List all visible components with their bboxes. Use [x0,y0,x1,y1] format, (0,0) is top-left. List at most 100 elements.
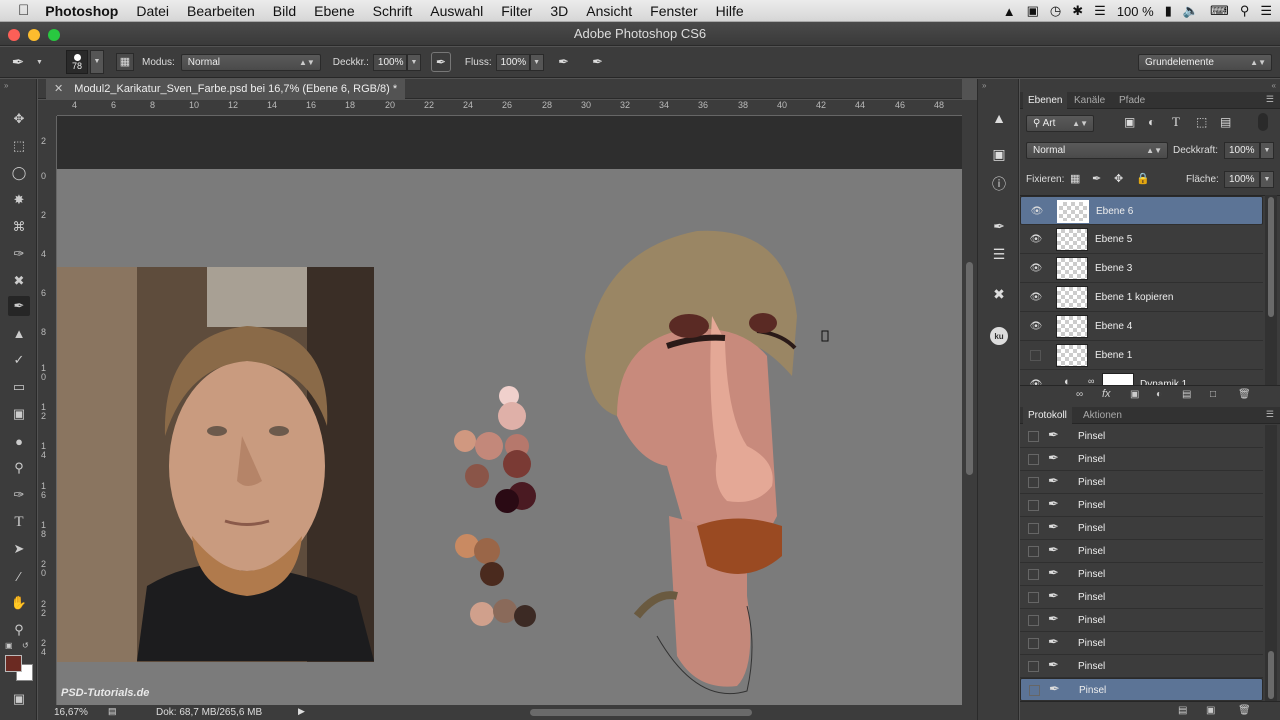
brush-panel-toggle-icon[interactable]: ▦ [116,53,134,71]
history-snapshot-box[interactable] [1028,615,1039,626]
history-item[interactable]: ✒ Pinsel [1020,678,1263,701]
mode-select[interactable]: Normal ▲▼ [180,53,321,71]
pressure-size-icon[interactable]: ✒ [588,54,608,70]
history-item[interactable]: ✒ Pinsel [1020,471,1263,494]
trash-icon[interactable]: 🗑 [1238,389,1251,400]
tool-presets-panel-icon[interactable]: ✖ [988,283,1010,305]
layer-row[interactable]: 👁 ◐ ∞ Dynamik 1 [1020,370,1263,385]
filter-pixel-icon[interactable]: ▣ [1124,115,1135,129]
history-item[interactable]: ✒ Pinsel [1020,609,1263,632]
flow-slider-button[interactable]: ▼ [529,53,544,71]
zoom-window-button[interactable] [48,29,60,41]
history-item[interactable]: ✒ Pinsel [1020,586,1263,609]
document-tab[interactable]: ✕ Modul2_Karikatur_Sven_Farbe.psd bei 16… [46,79,406,99]
new-adjustment-icon[interactable]: ◐ [1156,389,1162,400]
info-panel-icon[interactable]: ⓘ [988,173,1010,195]
histogram-panel-icon[interactable]: ▲ [988,107,1010,129]
eye-icon[interactable]: 👁 [1028,319,1044,334]
history-item[interactable]: ✒ Pinsel [1020,655,1263,678]
layer-row[interactable]: 👁 Ebene 3 [1020,254,1263,283]
filter-toggle[interactable] [1258,113,1268,131]
vertical-scrollbar[interactable] [962,100,977,705]
zoom-level[interactable]: 16,67% [54,707,88,718]
kuler-panel-icon[interactable]: ku [988,325,1010,347]
horizontal-scroll-thumb[interactable] [530,709,752,716]
pen-tool-icon[interactable]: ✑ [8,485,30,505]
menu-auswahl[interactable]: Auswahl [421,3,492,19]
history-snapshot-box[interactable] [1028,500,1039,511]
add-mask-icon[interactable]: ▣ [1130,389,1139,400]
history-snapshot-box[interactable] [1028,592,1039,603]
quick-mask-icon[interactable]: ▣ [8,689,30,709]
keyboard-icon[interactable]: ⌨ [1210,3,1229,19]
history-snapshot-box[interactable] [1028,454,1039,465]
flow-input[interactable]: 100% [495,53,530,71]
layer-row[interactable]: Ebene 1 [1020,341,1263,370]
layer-row[interactable]: 👁 Ebene 6 [1020,196,1263,225]
spotlight-search-icon[interactable]: ⚲ [1240,3,1250,19]
brush-presets-panel-icon[interactable]: ✒ [988,215,1010,237]
eye-icon[interactable]: 👁 [1028,377,1044,385]
history-item[interactable]: ✒ Pinsel [1020,494,1263,517]
menu-datei[interactable]: Datei [127,3,178,19]
move-tool-icon[interactable]: ✥ [8,109,30,129]
time-machine-icon[interactable]: ◷ [1050,3,1061,19]
brush-size-picker[interactable]: 78 [66,50,88,74]
status-menu-arrow-icon[interactable]: ▶ [298,706,305,717]
eye-icon[interactable]: 👁 [1028,261,1044,276]
menu-bild[interactable]: Bild [264,3,305,19]
eye-icon[interactable]: 👁 [1028,290,1044,305]
tab-paths[interactable]: Pfade [1114,92,1150,109]
layer-row[interactable]: 👁 Ebene 1 kopieren [1020,283,1263,312]
tab-layers[interactable]: Ebenen [1023,92,1068,109]
layer-opacity-input[interactable]: 100% [1224,142,1260,159]
new-layer-icon[interactable]: □ [1210,389,1216,400]
chevron-down-icon[interactable]: ▼ [36,59,46,66]
lock-all-icon[interactable]: 🔒 [1136,172,1150,185]
wifi-icon[interactable]: ☰ [1094,3,1106,19]
history-scrollbar[interactable] [1265,425,1277,701]
fill-slider-button[interactable]: ▼ [1260,171,1274,188]
tab-actions[interactable]: Aktionen [1078,407,1127,424]
brush-picker-arrow[interactable]: ▼ [90,50,104,74]
dodge-tool-icon[interactable]: ⚲ [8,458,30,478]
gradient-tool-icon[interactable]: ▣ [8,404,30,424]
opacity-slider-button[interactable]: ▼ [406,53,421,71]
marquee-tool-icon[interactable]: ⬚ [8,136,30,156]
eraser-tool-icon[interactable]: ▭ [8,377,30,397]
close-window-button[interactable] [8,29,20,41]
brush-tool-preset-icon[interactable]: ✒ [0,53,36,71]
history-item[interactable]: ✒ Pinsel [1020,632,1263,655]
filter-shape-icon[interactable]: ⬚ [1196,115,1207,129]
new-group-icon[interactable]: ▤ [1182,389,1191,400]
ruler-origin[interactable] [38,100,57,116]
pressure-opacity-icon[interactable]: ✒ [430,52,451,72]
healing-brush-tool-icon[interactable]: ✖ [8,271,30,291]
fill-input[interactable]: 100% [1224,171,1260,188]
collapse-panels-icon[interactable]: « [1272,81,1276,90]
foreground-color-swatch[interactable] [5,655,22,672]
history-item[interactable]: ✒ Pinsel [1020,517,1263,540]
path-selection-tool-icon[interactable]: ➤ [8,539,30,559]
layer-row[interactable]: 👁 Ebene 5 [1020,225,1263,254]
document-canvas[interactable]: PSD-Tutorials.de [57,116,962,705]
menu-schrift[interactable]: Schrift [364,3,422,19]
swap-colors-icon[interactable]: ↺ [22,641,29,650]
fx-icon[interactable]: fx [1102,388,1111,400]
layers-scrollbar[interactable] [1265,195,1277,385]
lock-pixels-icon[interactable]: ✒ [1092,172,1101,185]
menu-filter[interactable]: Filter [492,3,541,19]
color-panel-icon[interactable]: ▣ [988,143,1010,165]
trash-icon[interactable]: 🗑 [1238,705,1251,716]
hidden-visibility-box[interactable] [1030,350,1041,361]
battery-icon[interactable]: ▮ [1165,3,1172,19]
history-brush-tool-icon[interactable]: ✓ [8,350,30,370]
crop-tool-icon[interactable]: ⌘ [8,217,30,237]
blend-mode-select[interactable]: Normal ▲▼ [1026,142,1168,159]
minimize-window-button[interactable] [28,29,40,41]
history-snapshot-box[interactable] [1028,523,1039,534]
history-snapshot-box[interactable] [1028,431,1039,442]
history-snapshot-box[interactable] [1028,477,1039,488]
panel-menu-icon[interactable]: ☰ [1266,94,1274,105]
close-tab-icon[interactable]: ✕ [54,83,63,95]
